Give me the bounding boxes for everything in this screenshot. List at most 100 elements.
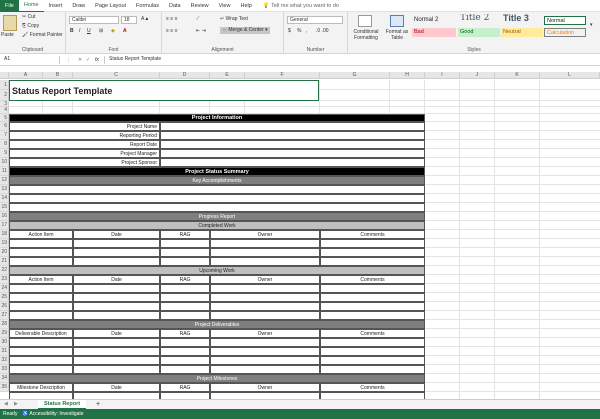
column-label[interactable]: Comments (320, 383, 425, 392)
table-cell[interactable] (210, 311, 320, 320)
column-header-e[interactable]: E (210, 72, 245, 79)
column-header-g[interactable]: G (320, 72, 390, 79)
table-cell[interactable] (210, 302, 320, 311)
format-table-icon[interactable] (390, 15, 404, 27)
table-cell[interactable] (320, 356, 425, 365)
column-header-d[interactable]: D (160, 72, 210, 79)
formula-input[interactable]: Status Report Template (104, 56, 598, 64)
percent-button[interactable]: % (297, 28, 301, 35)
row-header-18[interactable]: 18 (0, 230, 9, 239)
row-header-13[interactable]: 13 (0, 185, 9, 194)
table-cell[interactable] (73, 302, 160, 311)
row-header-16[interactable]: 16 (0, 212, 9, 221)
table-cell[interactable] (9, 302, 73, 311)
row-header-27[interactable]: 27 (0, 311, 9, 320)
format-painter-button[interactable]: 🖌 Format Painter (22, 32, 63, 39)
row-header-7[interactable]: 7 (0, 131, 9, 140)
comma-button[interactable]: , (306, 28, 307, 35)
column-label[interactable]: Date (73, 230, 160, 239)
row-header-22[interactable]: 22 (0, 266, 9, 275)
table-cell[interactable] (320, 365, 425, 374)
tab-page-layout[interactable]: Page Layout (90, 0, 131, 12)
select-all-corner[interactable] (0, 72, 9, 79)
column-label[interactable]: Date (73, 275, 160, 284)
table-cell[interactable] (160, 293, 210, 302)
table-cell[interactable] (73, 365, 160, 374)
row-header-30[interactable]: 30 (0, 338, 9, 347)
row-header-1[interactable]: 1 (0, 80, 9, 90)
style-title3[interactable]: Title 3 (501, 14, 543, 23)
style-good[interactable]: Good (458, 28, 500, 37)
column-label[interactable]: Owner (210, 230, 320, 239)
fill-color-icon[interactable]: ◆ (111, 28, 115, 35)
tab-insert[interactable]: Insert (44, 0, 68, 12)
cancel-icon[interactable]: ✕ (78, 57, 82, 64)
table-cell[interactable] (9, 257, 73, 266)
report-title-cell[interactable]: Status Report Template (9, 80, 319, 101)
paste-button[interactable]: Paste (1, 32, 14, 39)
row-header-32[interactable]: 32 (0, 356, 9, 365)
row-header-2[interactable]: 2 (0, 90, 9, 101)
column-label[interactable]: RAG (160, 383, 210, 392)
table-cell[interactable] (320, 302, 425, 311)
row-header-21[interactable]: 21 (0, 257, 9, 266)
column-label[interactable]: Milestone Description (9, 383, 73, 392)
table-cell[interactable] (210, 338, 320, 347)
column-label[interactable]: Deliverable Description (9, 329, 73, 338)
copy-button[interactable]: ⎘ Copy (22, 23, 39, 30)
borders-icon[interactable]: ⊞ (99, 28, 103, 35)
column-label[interactable]: Date (73, 329, 160, 338)
table-cell[interactable] (210, 293, 320, 302)
info-label[interactable]: Report Date (9, 140, 160, 149)
font-name-select[interactable]: Calibri (69, 16, 119, 24)
align-center-icon[interactable]: ≡ ≡ ≡ (166, 28, 178, 35)
column-header-b[interactable]: B (43, 72, 73, 79)
table-cell[interactable] (210, 239, 320, 248)
font-size-grow-icon[interactable]: A▲ (141, 16, 149, 23)
row-header-10[interactable]: 10 (0, 158, 9, 167)
row-header-28[interactable]: 28 (0, 320, 9, 329)
table-cell[interactable] (73, 293, 160, 302)
accessibility-status[interactable]: ♿ Accessibility: Investigate (22, 409, 84, 419)
row-header-11[interactable]: 11 (0, 167, 9, 176)
tell-me-search[interactable]: 💡 Tell me what you want to do (263, 3, 339, 9)
table-cell[interactable] (9, 311, 73, 320)
currency-button[interactable]: $ (288, 28, 291, 35)
add-sheet-button[interactable]: + (96, 401, 100, 408)
column-label[interactable]: Action Item (9, 275, 73, 284)
sheet-tab-status-report[interactable]: Status Report (38, 400, 87, 409)
column-header-f[interactable]: F (245, 72, 320, 79)
tab-review[interactable]: Review (186, 0, 214, 12)
tab-data[interactable]: Data (164, 0, 186, 12)
row-header-8[interactable]: 8 (0, 140, 9, 149)
table-cell[interactable] (160, 356, 210, 365)
column-label[interactable]: Owner (210, 275, 320, 284)
font-size-select[interactable]: 18 (121, 16, 137, 24)
format-table-button[interactable]: Format as Table (383, 29, 411, 41)
table-cell[interactable] (320, 239, 425, 248)
row-header-29[interactable]: 29 (0, 329, 9, 338)
cut-button[interactable]: ✂ Cut (22, 14, 35, 21)
prev-sheet-icon[interactable]: ◀ (4, 401, 8, 408)
tab-file[interactable]: File (0, 0, 19, 12)
row-header-35[interactable]: 35 (0, 383, 9, 392)
table-cell[interactable] (320, 293, 425, 302)
style-neutral[interactable]: Neutral (501, 28, 543, 37)
conditional-formatting-button[interactable]: Conditional Formatting (351, 29, 381, 41)
enter-icon[interactable]: ✓ (86, 57, 90, 64)
table-cell[interactable] (73, 284, 160, 293)
column-label[interactable]: Comments (320, 275, 425, 284)
styles-more-icon[interactable]: ▾ (590, 22, 593, 29)
table-cell[interactable] (9, 284, 73, 293)
table-cell[interactable] (73, 356, 160, 365)
style-calculation[interactable]: Calculation (544, 28, 586, 37)
column-header-j[interactable]: J (460, 72, 495, 79)
fx-icon[interactable]: fx (95, 57, 99, 64)
decimal-icon[interactable]: .0 .00 (316, 28, 329, 35)
info-value-cell[interactable] (160, 122, 425, 131)
conditional-formatting-icon[interactable] (358, 15, 372, 27)
table-cell[interactable] (160, 248, 210, 257)
table-cell[interactable] (73, 311, 160, 320)
align-top-icon[interactable]: ≡ ≡ ≡ (166, 16, 178, 23)
column-header-a[interactable]: A (9, 72, 43, 79)
